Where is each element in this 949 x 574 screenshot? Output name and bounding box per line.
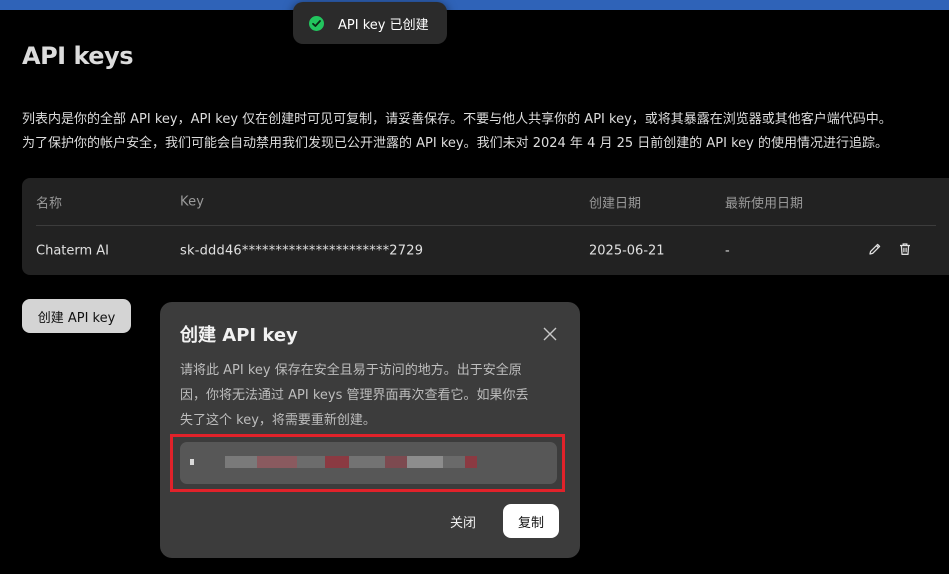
top-accent-bar bbox=[0, 0, 949, 10]
header-key: Key bbox=[180, 194, 205, 210]
cell-created: 2025-06-21 bbox=[589, 243, 665, 258]
close-button[interactable]: 关闭 bbox=[440, 506, 486, 536]
header-last-used: 最新使用日期 bbox=[725, 196, 804, 212]
dialog-message-line-3: 失了这个 key，将需要重新创建。 bbox=[180, 413, 376, 428]
header-created: 创建日期 bbox=[589, 196, 642, 212]
close-icon[interactable] bbox=[542, 326, 558, 342]
obscured-key-fragment bbox=[407, 456, 443, 468]
dialog-message-line-1: 请将此 API key 保存在安全且易于访问的地方。出于安全原 bbox=[180, 363, 522, 378]
copy-button[interactable]: 复制 bbox=[503, 504, 559, 538]
cell-name: Chaterm AI bbox=[36, 243, 110, 258]
header-name: 名称 bbox=[36, 196, 63, 212]
success-toast: API key 已创建 bbox=[293, 2, 447, 44]
obscured-key-fragment bbox=[297, 456, 325, 468]
obscured-key-fragment bbox=[349, 456, 385, 468]
obscured-key-fragment bbox=[325, 456, 349, 468]
create-api-key-button[interactable]: 创建 API key bbox=[22, 299, 131, 333]
dialog-title: 创建 API key bbox=[180, 325, 298, 346]
key-highlight-frame bbox=[170, 434, 565, 492]
description-line-1: 列表内是你的全部 API key，API key 仅在创建时可见可复制，请妥善保… bbox=[22, 112, 892, 127]
obscured-key-fragment bbox=[443, 456, 465, 468]
dialog-message: 请将此 API key 保存在安全且易于访问的地方。出于安全原 因，你将无法通过… bbox=[180, 358, 565, 433]
cell-last-used: - bbox=[725, 243, 730, 258]
obscured-key-fragment bbox=[465, 456, 477, 468]
check-circle-icon bbox=[309, 15, 324, 31]
obscured-key-fragment bbox=[257, 456, 297, 468]
obscured-key-fragment bbox=[385, 456, 407, 468]
dialog-message-line-2: 因，你将无法通过 API keys 管理界面再次查看它。如果你丢 bbox=[180, 388, 529, 403]
obscured-key-fragment bbox=[190, 459, 194, 465]
trash-icon[interactable] bbox=[898, 242, 912, 260]
description-line-2: 为了保护你的帐户安全，我们可能会自动禁用我们发现已公开泄露的 API key。我… bbox=[22, 136, 888, 151]
create-key-dialog: 创建 API key 请将此 API key 保存在安全且易于访问的地方。出于安… bbox=[160, 302, 580, 558]
toast-message: API key 已创建 bbox=[338, 17, 429, 33]
obscured-key-fragment bbox=[225, 456, 257, 468]
edit-icon[interactable] bbox=[868, 242, 882, 260]
api-keys-table: 名称 Key 创建日期 最新使用日期 Chaterm AI sk-ddd46**… bbox=[22, 178, 949, 275]
table-row: Chaterm AI sk-ddd46*********************… bbox=[22, 226, 949, 275]
api-key-field[interactable] bbox=[180, 442, 557, 484]
page-description: 列表内是你的全部 API key，API key 仅在创建时可见可复制，请妥善保… bbox=[22, 108, 949, 156]
page-title: API keys bbox=[22, 42, 133, 70]
cell-key: sk-ddd46**********************2729 bbox=[180, 243, 424, 258]
table-header: 名称 Key 创建日期 最新使用日期 bbox=[22, 178, 949, 226]
